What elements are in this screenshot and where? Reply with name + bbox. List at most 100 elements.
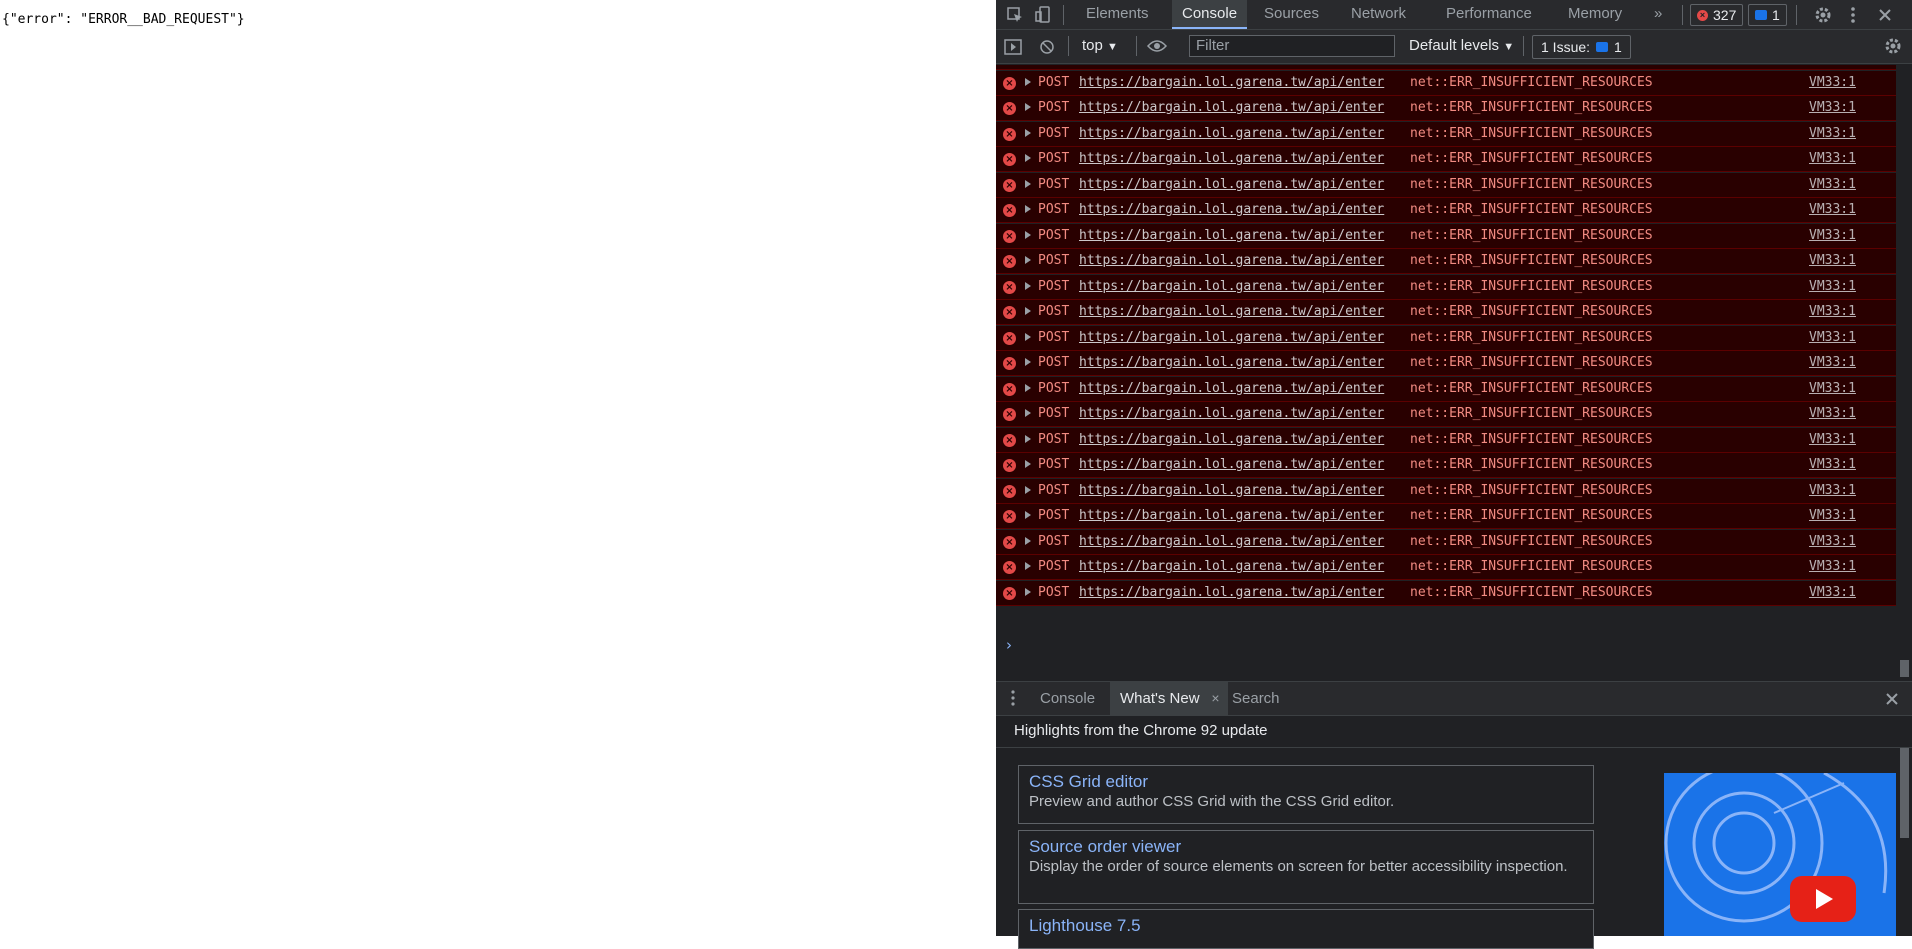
device-toolbar-icon[interactable] [1032, 4, 1054, 26]
source-link[interactable]: VM33:1 [1809, 585, 1856, 600]
request-url-link[interactable]: https://bargain.lol.garena.tw/api/enter [1079, 406, 1384, 421]
console-error-row[interactable]: × POST https://bargain.lol.garena.tw/api/e… [996, 198, 1896, 223]
expand-arrow-icon[interactable] [1025, 460, 1031, 468]
source-link[interactable]: VM33:1 [1809, 508, 1856, 523]
console-error-row[interactable]: × POST https://bargain.lol.garena.tw/api/e… [996, 478, 1896, 504]
request-url-link[interactable]: https://bargain.lol.garena.tw/api/enter [1079, 228, 1384, 243]
source-link[interactable]: VM33:1 [1809, 177, 1856, 192]
request-url-link[interactable]: https://bargain.lol.garena.tw/api/enter [1079, 559, 1384, 574]
close-tab-icon[interactable]: × [1211, 682, 1219, 715]
source-link[interactable]: VM33:1 [1809, 75, 1856, 90]
tab-sources[interactable]: Sources [1254, 0, 1329, 29]
card-title[interactable]: Source order viewer [1029, 837, 1583, 857]
kebab-menu-icon[interactable] [1842, 4, 1864, 26]
request-url-link[interactable]: https://bargain.lol.garena.tw/api/enter [1079, 253, 1384, 268]
request-url-link[interactable]: https://bargain.lol.garena.tw/api/enter [1079, 177, 1384, 192]
request-url-link[interactable]: https://bargain.lol.garena.tw/api/enter [1079, 534, 1384, 549]
request-url-link[interactable]: https://bargain.lol.garena.tw/api/enter [1079, 126, 1384, 141]
console-error-row[interactable]: × POST https://bargain.lol.garena.tw/api/e… [996, 351, 1896, 376]
whats-new-video-thumbnail[interactable] [1664, 773, 1896, 936]
source-link[interactable]: VM33:1 [1809, 381, 1856, 396]
clear-console-icon[interactable] [1036, 36, 1058, 58]
console-error-row[interactable]: × POST https://bargain.lol.garena.tw/api/e… [996, 453, 1896, 478]
youtube-play-icon[interactable] [1790, 876, 1856, 922]
expand-arrow-icon[interactable] [1025, 77, 1031, 86]
tab-performance[interactable]: Performance [1436, 0, 1542, 29]
request-url-link[interactable]: https://bargain.lol.garena.tw/api/enter [1079, 202, 1384, 217]
console-error-row[interactable]: × POST https://bargain.lol.garena.tw/api/e… [996, 580, 1896, 606]
request-url-link[interactable]: https://bargain.lol.garena.tw/api/enter [1079, 151, 1384, 166]
source-link[interactable]: VM33:1 [1809, 151, 1856, 166]
gear-icon[interactable] [1812, 4, 1834, 26]
whats-new-scrollbar[interactable] [1896, 748, 1912, 936]
expand-arrow-icon[interactable] [1025, 154, 1031, 162]
source-link[interactable]: VM33:1 [1809, 432, 1856, 447]
request-url-link[interactable]: https://bargain.lol.garena.tw/api/enter [1079, 279, 1384, 294]
log-levels-dropdown[interactable]: Default levels ▼ [1409, 37, 1514, 54]
expand-arrow-icon[interactable] [1025, 256, 1031, 264]
source-link[interactable]: VM33:1 [1809, 228, 1856, 243]
expand-arrow-icon[interactable] [1025, 409, 1031, 417]
show-sidebar-icon[interactable] [1002, 36, 1024, 58]
expand-arrow-icon[interactable] [1025, 307, 1031, 315]
request-url-link[interactable]: https://bargain.lol.garena.tw/api/enter [1079, 330, 1384, 345]
whats-new-card[interactable]: Source order viewer Display the order of… [1018, 830, 1594, 904]
expand-arrow-icon[interactable] [1025, 383, 1031, 392]
request-url-link[interactable]: https://bargain.lol.garena.tw/api/enter [1079, 381, 1384, 396]
expand-arrow-icon[interactable] [1025, 128, 1031, 137]
expand-arrow-icon[interactable] [1025, 332, 1031, 341]
drawer-menu-icon[interactable] [1002, 687, 1024, 709]
tab-elements[interactable]: Elements [1076, 0, 1159, 29]
tab-network[interactable]: Network [1341, 0, 1416, 29]
source-link[interactable]: VM33:1 [1809, 279, 1856, 294]
card-title[interactable]: CSS Grid editor [1029, 772, 1583, 792]
console-error-row[interactable]: × POST https://bargain.lol.garena.tw/api/e… [996, 121, 1896, 147]
source-link[interactable]: VM33:1 [1809, 406, 1856, 421]
source-link[interactable]: VM33:1 [1809, 253, 1856, 268]
issues-button[interactable]: 1 Issue: 1 [1532, 35, 1631, 59]
source-link[interactable]: VM33:1 [1809, 483, 1856, 498]
source-link[interactable]: VM33:1 [1809, 534, 1856, 549]
console-error-row[interactable]: × POST https://bargain.lol.garena.tw/api/e… [996, 300, 1896, 325]
console-error-row[interactable]: × POST https://bargain.lol.garena.tw/api/e… [996, 96, 1896, 121]
tab-memory[interactable]: Memory [1558, 0, 1632, 29]
console-error-row[interactable]: × POST https://bargain.lol.garena.tw/api/e… [996, 70, 1896, 96]
request-url-link[interactable]: https://bargain.lol.garena.tw/api/enter [1079, 432, 1384, 447]
message-count-badge[interactable]: 1 [1748, 4, 1787, 26]
expand-arrow-icon[interactable] [1025, 281, 1031, 290]
source-link[interactable]: VM33:1 [1809, 304, 1856, 319]
request-url-link[interactable]: https://bargain.lol.garena.tw/api/enter [1079, 585, 1384, 600]
card-title[interactable]: Lighthouse 7.5 [1029, 916, 1583, 936]
console-error-row[interactable]: × POST https://bargain.lol.garena.tw/api/e… [996, 249, 1896, 274]
console-error-row[interactable]: × POST https://bargain.lol.garena.tw/api/e… [996, 172, 1896, 198]
eye-icon[interactable] [1146, 35, 1168, 57]
source-link[interactable]: VM33:1 [1809, 355, 1856, 370]
context-selector[interactable]: top ▼ [1082, 37, 1118, 54]
request-url-link[interactable]: https://bargain.lol.garena.tw/api/enter [1079, 355, 1384, 370]
expand-arrow-icon[interactable] [1025, 179, 1031, 188]
expand-arrow-icon[interactable] [1025, 205, 1031, 213]
console-prompt[interactable]: › [1006, 636, 1012, 654]
request-url-link[interactable]: https://bargain.lol.garena.tw/api/enter [1079, 304, 1384, 319]
console-error-row[interactable]: × POST https://bargain.lol.garena.tw/api/e… [996, 427, 1896, 453]
expand-arrow-icon[interactable] [1025, 358, 1031, 366]
console-error-row[interactable]: × POST https://bargain.lol.garena.tw/api/e… [996, 555, 1896, 580]
tab-console[interactable]: Console [1172, 0, 1248, 29]
close-drawer-icon[interactable] [1881, 688, 1903, 710]
source-link[interactable]: VM33:1 [1809, 126, 1856, 141]
request-url-link[interactable]: https://bargain.lol.garena.tw/api/enter [1079, 75, 1384, 90]
console-error-row[interactable]: × POST https://bargain.lol.garena.tw/api/e… [996, 402, 1896, 427]
drawer-tab-search[interactable]: Search [1222, 682, 1290, 715]
whats-new-scrollbar-thumb[interactable] [1900, 748, 1909, 838]
drawer-tab-whats-new[interactable]: What's New × [1110, 682, 1228, 715]
console-settings-gear-icon[interactable] [1882, 35, 1904, 57]
inspect-element-icon[interactable] [1004, 4, 1026, 26]
source-link[interactable]: VM33:1 [1809, 559, 1856, 574]
request-url-link[interactable]: https://bargain.lol.garena.tw/api/enter [1079, 100, 1384, 115]
console-error-row[interactable]: × POST https://bargain.lol.garena.tw/api/e… [996, 325, 1896, 351]
console-error-row[interactable]: × POST https://bargain.lol.garena.tw/api/e… [996, 147, 1896, 172]
console-error-row[interactable]: × POST https://bargain.lol.garena.tw/api/e… [996, 504, 1896, 529]
source-link[interactable]: VM33:1 [1809, 330, 1856, 345]
drawer-tab-console[interactable]: Console [1030, 682, 1105, 715]
expand-arrow-icon[interactable] [1025, 562, 1031, 570]
